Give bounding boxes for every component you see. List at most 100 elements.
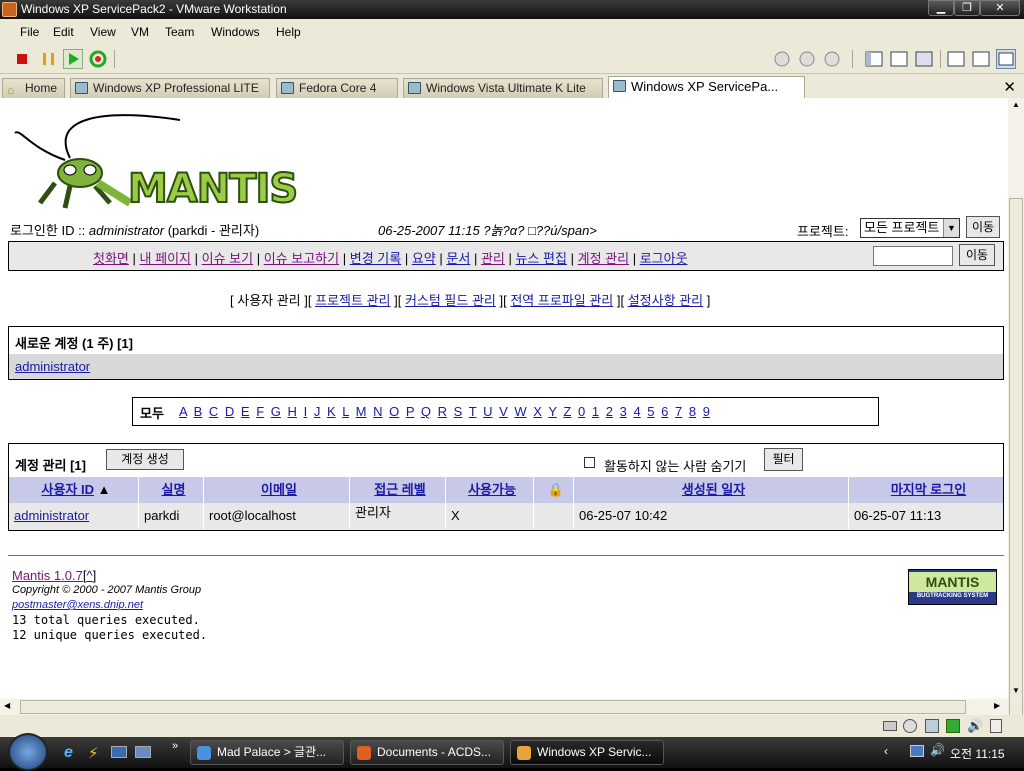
- nav-my-view[interactable]: 내 페이지: [140, 251, 191, 266]
- webmaster-email-link[interactable]: postmaster@xens.dnip.net: [12, 599, 143, 611]
- col-last-visit-link[interactable]: 마지막 로그인: [891, 482, 966, 497]
- letter-link[interactable]: H: [288, 404, 297, 419]
- letter-link[interactable]: O: [389, 404, 399, 419]
- col-enabled[interactable]: 사용가능: [446, 477, 534, 503]
- hide-inactive-checkbox[interactable]: [584, 457, 595, 468]
- revert-snapshot-icon[interactable]: [797, 49, 817, 69]
- letter-link[interactable]: P: [406, 404, 414, 419]
- project-go-button[interactable]: 이동: [966, 216, 1000, 238]
- console-view-icon[interactable]: [996, 49, 1016, 69]
- nav-report-issue[interactable]: 이슈 보고하기: [264, 251, 339, 266]
- tab-windows-xp-sp2[interactable]: Windows XP ServicePa...: [608, 76, 805, 98]
- menu-help[interactable]: Help: [276, 25, 301, 39]
- letter-link[interactable]: Y: [548, 404, 556, 419]
- ie-quicklaunch-icon[interactable]: e: [64, 744, 73, 762]
- start-button-icon[interactable]: [8, 733, 48, 771]
- col-access-level[interactable]: 접근 레벨: [350, 477, 446, 503]
- letter-link[interactable]: D: [225, 404, 234, 419]
- close-tab-icon[interactable]: ✕: [1003, 78, 1016, 96]
- letter-link[interactable]: 4: [633, 404, 640, 419]
- nav-manage[interactable]: 관리: [481, 251, 505, 266]
- row-username-link[interactable]: administrator: [14, 508, 89, 523]
- letter-link[interactable]: L: [342, 404, 349, 419]
- quicklaunch-more-icon[interactable]: »: [172, 740, 178, 752]
- letter-link[interactable]: C: [209, 404, 218, 419]
- letter-link[interactable]: 1: [592, 404, 599, 419]
- nav-logout[interactable]: 로그아웃: [640, 251, 688, 266]
- nav-view-issues[interactable]: 이슈 보기: [202, 251, 253, 266]
- nav-my-account[interactable]: 계정 관리: [578, 251, 629, 266]
- nav-edit-news[interactable]: 뉴스 편집: [516, 251, 567, 266]
- col-access-level-link[interactable]: 접근 레벨: [374, 482, 425, 497]
- col-last-visit[interactable]: 마지막 로그인: [849, 477, 1003, 503]
- menu-edit[interactable]: Edit: [53, 25, 74, 39]
- letter-link[interactable]: I: [304, 404, 308, 419]
- letter-link[interactable]: X: [533, 404, 542, 419]
- message-icon[interactable]: [990, 719, 1002, 733]
- maximize-button[interactable]: ❐: [954, 0, 980, 16]
- task-vmware[interactable]: Windows XP Servic...: [510, 740, 664, 765]
- letter-link[interactable]: N: [373, 404, 382, 419]
- submenu-manage-projects[interactable]: 프로젝트 관리: [315, 293, 390, 308]
- letter-link[interactable]: E: [241, 404, 250, 419]
- task-mad-palace[interactable]: Mad Palace > 글관...: [190, 740, 344, 765]
- letter-link[interactable]: K: [327, 404, 336, 419]
- col-date-created-link[interactable]: 생성된 일자: [682, 482, 745, 497]
- col-username-link[interactable]: 사용자 ID: [42, 482, 95, 497]
- close-button[interactable]: ✕: [980, 0, 1020, 16]
- letter-link[interactable]: 7: [675, 404, 682, 419]
- letter-link[interactable]: S: [454, 404, 463, 419]
- tab-windows-xp-professional-lite[interactable]: Windows XP Professional LITE: [70, 78, 270, 98]
- up-link[interactable]: ^: [86, 568, 92, 583]
- clock[interactable]: 오전 11:15: [950, 745, 1005, 762]
- submenu-manage-custom-fields[interactable]: 커스텀 필드 관리: [405, 293, 496, 308]
- quick-switch-icon[interactable]: [914, 49, 934, 69]
- col-realname-link[interactable]: 실명: [162, 482, 186, 497]
- scroll-up-icon[interactable]: ▲: [1012, 100, 1020, 109]
- quicklaunch-icon[interactable]: ⚡: [88, 744, 99, 762]
- tray-network-icon[interactable]: [910, 745, 924, 757]
- create-account-button[interactable]: 계정 생성: [106, 449, 184, 470]
- tab-home[interactable]: ⌂ Home: [2, 78, 65, 98]
- cdrom-icon[interactable]: [903, 719, 917, 733]
- full-screen-icon[interactable]: [889, 49, 909, 69]
- letter-link[interactable]: A: [179, 404, 187, 419]
- letter-link[interactable]: V: [499, 404, 508, 419]
- task-acdsee[interactable]: Documents - ACDS...: [350, 740, 504, 765]
- letter-link[interactable]: U: [483, 404, 492, 419]
- letter-link[interactable]: J: [314, 404, 321, 419]
- nav-summary[interactable]: 요약: [412, 251, 436, 266]
- scroll-right-icon[interactable]: ▶: [994, 701, 1000, 710]
- power-off-icon[interactable]: [12, 49, 32, 69]
- menu-windows[interactable]: Windows: [211, 25, 260, 39]
- sidebar-view-icon[interactable]: [864, 49, 884, 69]
- col-protected[interactable]: 🔒: [534, 477, 574, 503]
- letter-link[interactable]: G: [271, 404, 281, 419]
- letter-link[interactable]: Z: [563, 404, 571, 419]
- col-username[interactable]: 사용자 ID ▲: [9, 477, 139, 503]
- col-realname[interactable]: 실명: [139, 477, 204, 503]
- submenu-manage-profiles[interactable]: 전역 프로파일 관리: [510, 293, 613, 308]
- usb-icon[interactable]: [946, 719, 960, 733]
- tab-fedora-core-4[interactable]: Fedora Core 4: [276, 78, 398, 98]
- reset-icon[interactable]: [88, 49, 108, 69]
- letter-link[interactable]: T: [469, 404, 477, 419]
- summary-view-icon[interactable]: [946, 49, 966, 69]
- letter-link[interactable]: W: [514, 404, 526, 419]
- menu-file[interactable]: File: [20, 25, 39, 39]
- letter-link[interactable]: 6: [661, 404, 668, 419]
- horizontal-scrollbar[interactable]: ◀ ▶: [0, 699, 1008, 715]
- tab-windows-vista[interactable]: Windows Vista Ultimate K Lite: [403, 78, 603, 98]
- letter-link[interactable]: F: [256, 404, 264, 419]
- network-icon[interactable]: [925, 719, 939, 733]
- letter-link[interactable]: 2: [606, 404, 613, 419]
- tray-expand-icon[interactable]: ‹: [884, 744, 888, 758]
- nav-main[interactable]: 첫화면: [93, 251, 129, 266]
- menu-view[interactable]: View: [90, 25, 116, 39]
- project-select[interactable]: 모든 프로젝트 ▼: [860, 218, 960, 238]
- minimize-button[interactable]: ▁: [928, 0, 954, 16]
- scroll-down-icon[interactable]: ▼: [1012, 686, 1020, 695]
- menu-vm[interactable]: VM: [131, 25, 149, 39]
- suspend-icon[interactable]: [38, 49, 58, 69]
- letter-link[interactable]: B: [194, 404, 203, 419]
